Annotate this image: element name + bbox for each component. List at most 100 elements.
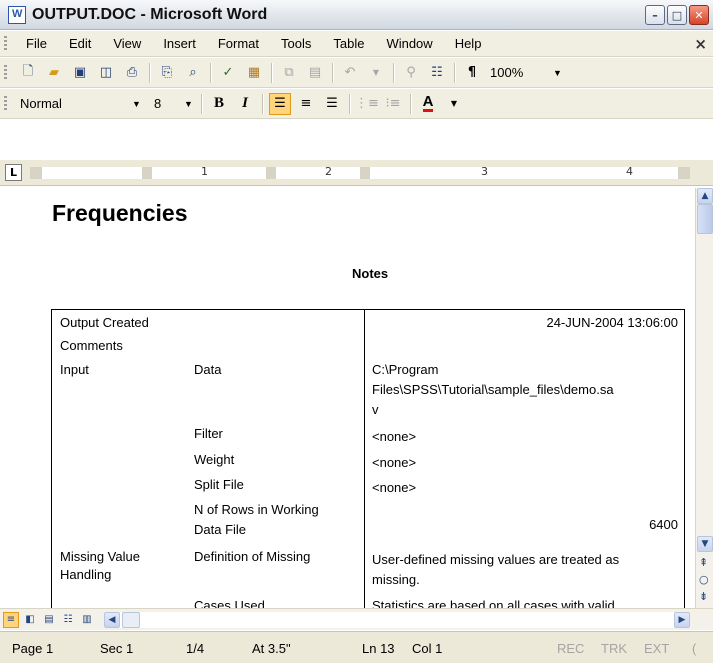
scroll-left-icon[interactable]: ◀: [104, 612, 120, 628]
document-area[interactable]: Frequencies Notes Output Created 24-JUN-…: [0, 186, 695, 608]
bold-button[interactable]: B: [208, 93, 230, 115]
status-overtype[interactable]: (: [692, 641, 696, 656]
select-browse-object-icon[interactable]: ○: [699, 573, 709, 586]
maximize-button[interactable]: □: [667, 5, 687, 25]
status-column: Col 1: [412, 641, 443, 656]
open-folder-icon[interactable]: ▰: [43, 62, 65, 84]
bullets-icon[interactable]: ⁝≡: [382, 93, 404, 115]
style-dropdown-icon[interactable]: ▼: [129, 94, 144, 113]
table-cell: <none>: [372, 455, 417, 470]
previous-page-icon[interactable]: ⇞: [699, 556, 708, 569]
scroll-up-icon[interactable]: ▲: [697, 188, 713, 204]
document-close-icon[interactable]: ×: [694, 35, 707, 53]
status-position: At 3.5": [252, 641, 291, 656]
print-icon[interactable]: ⎙: [121, 62, 143, 84]
menu-window[interactable]: Window: [375, 36, 443, 51]
align-right-icon[interactable]: ☰: [321, 93, 343, 115]
style-select[interactable]: Normal ▼: [15, 93, 145, 114]
copy-icon[interactable]: ⧉: [278, 62, 300, 84]
table-cell: Output Created: [60, 315, 149, 330]
italic-button[interactable]: I: [234, 93, 256, 115]
separator: [349, 93, 350, 114]
paste-icon[interactable]: ▤: [304, 62, 326, 84]
undo-icon[interactable]: ↶: [339, 62, 361, 84]
save-icon[interactable]: ▣: [69, 62, 91, 84]
table-title: Notes: [352, 266, 389, 281]
permission-icon[interactable]: ◫: [95, 62, 117, 84]
vertical-scroll-thumb[interactable]: [697, 204, 713, 234]
menu-grip[interactable]: [4, 35, 7, 52]
tab-selector-button[interactable]: L: [5, 164, 22, 181]
table-cell: v: [372, 402, 379, 417]
menu-edit[interactable]: Edit: [58, 36, 102, 51]
table-cell: Split File: [194, 477, 244, 492]
new-document-icon[interactable]: 🗋: [17, 62, 39, 84]
zoom-select[interactable]: 100% ▼: [485, 62, 562, 83]
menu-table[interactable]: Table: [322, 36, 375, 51]
font-color-button[interactable]: A: [417, 93, 439, 115]
insert-hyperlink-icon[interactable]: ⚲: [400, 62, 422, 84]
status-record-macro[interactable]: REC: [557, 641, 584, 656]
next-page-icon[interactable]: ⇟: [699, 590, 708, 603]
menu-view[interactable]: View: [102, 36, 152, 51]
align-center-icon[interactable]: ≡: [295, 93, 317, 115]
menu-help[interactable]: Help: [444, 36, 493, 51]
table-cell: <none>: [372, 480, 417, 495]
undo-dropdown-icon[interactable]: ▼: [365, 62, 387, 84]
scroll-right-icon[interactable]: ▶: [674, 612, 690, 628]
table-cell: Input: [60, 362, 89, 377]
table-cell: User-defined missing values are treated …: [372, 552, 620, 567]
ruler-column-marker[interactable]: [142, 167, 152, 179]
separator: [393, 62, 394, 83]
status-bar: Page 1 Sec 1 1/4 At 3.5" Ln 13 Col 1 REC…: [0, 631, 713, 663]
outline-view-icon[interactable]: ☷: [60, 612, 76, 628]
title-bar: OUTPUT.DOC - Microsoft Word – □ ✕: [0, 0, 713, 30]
word-app-icon[interactable]: [8, 5, 26, 24]
numbering-icon[interactable]: ⋮≡: [355, 93, 379, 115]
ruler-margin-area: [678, 167, 690, 179]
status-section: Sec 1: [100, 641, 134, 656]
zoom-dropdown-icon[interactable]: ▼: [550, 63, 565, 82]
status-track-changes[interactable]: TRK: [601, 641, 627, 656]
menu-tools[interactable]: Tools: [270, 36, 322, 51]
menu-format[interactable]: Format: [207, 36, 270, 51]
font-color-dropdown-icon[interactable]: ▼: [443, 93, 465, 115]
scroll-down-icon[interactable]: ▼: [697, 536, 713, 552]
tables-borders-icon[interactable]: ☷: [426, 62, 448, 84]
table-cell: 24-JUN-2004 13:06:00: [546, 315, 678, 330]
toolbar-grip[interactable]: [4, 64, 7, 81]
ruler-number: 3: [481, 165, 488, 178]
horizontal-ruler[interactable]: L 1 2 3 4: [0, 160, 713, 186]
web-layout-view-icon[interactable]: ◧: [22, 612, 38, 628]
table-cell: Statistics are based on all cases with v…: [372, 598, 615, 608]
reading-layout-view-icon[interactable]: ▥: [79, 612, 95, 628]
print-layout-view-icon[interactable]: ▤: [41, 612, 57, 628]
align-left-icon[interactable]: ☰: [269, 92, 291, 115]
ruler-column-marker[interactable]: [360, 167, 370, 179]
font-size-dropdown-icon[interactable]: ▼: [181, 94, 196, 113]
font-size-value: 8: [154, 96, 162, 111]
normal-view-icon[interactable]: ≡: [3, 611, 19, 628]
separator: [410, 93, 411, 114]
show-hide-pilcrow-icon[interactable]: ¶: [461, 62, 483, 84]
ruler-column-marker[interactable]: [266, 167, 276, 179]
font-color-icon: A: [422, 93, 434, 112]
ruler-number: 2: [325, 165, 332, 178]
toolbar-grip[interactable]: [4, 95, 7, 112]
minimize-button[interactable]: –: [645, 5, 665, 25]
menu-file[interactable]: File: [15, 36, 58, 51]
status-extend-selection[interactable]: EXT: [644, 641, 669, 656]
horizontal-scroll-thumb[interactable]: [122, 612, 140, 628]
menu-insert[interactable]: Insert: [152, 36, 207, 51]
close-button[interactable]: ✕: [689, 5, 709, 25]
table-cell: Weight: [194, 452, 235, 467]
print-preview-icon[interactable]: ⎘: [156, 62, 178, 84]
window-controls: – □ ✕: [645, 5, 709, 25]
print-preview-magnifier-icon[interactable]: ⌕: [182, 62, 204, 84]
research-icon[interactable]: ▦: [243, 62, 265, 84]
horizontal-scrollbar[interactable]: ◀ ▶: [104, 612, 690, 628]
style-value: Normal: [20, 96, 62, 111]
spelling-icon[interactable]: ✓: [217, 62, 239, 84]
vertical-scrollbar[interactable]: ▲ ▼ ⇞ ○ ⇟: [695, 188, 713, 608]
font-size-select[interactable]: 8 ▼: [149, 93, 197, 114]
